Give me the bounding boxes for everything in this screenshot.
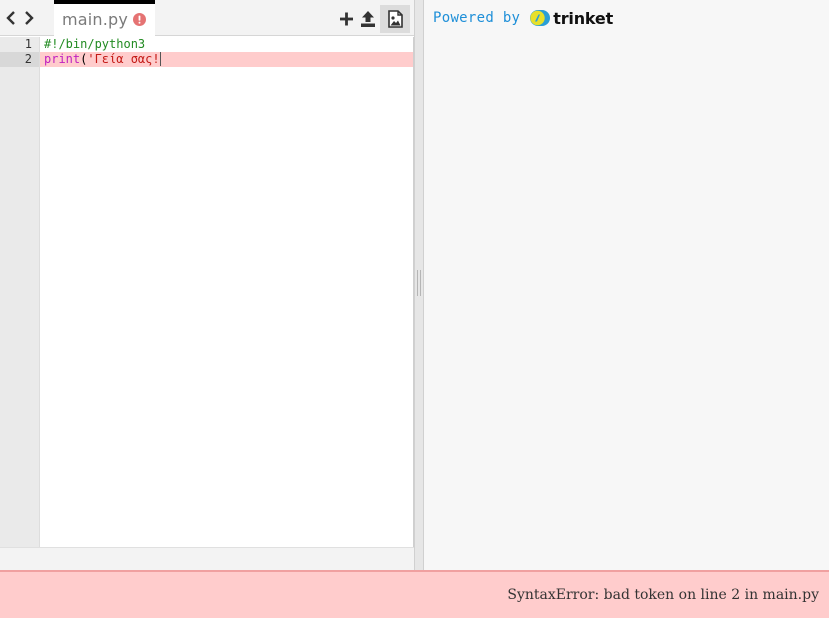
- code-comment: #!/bin/python3: [44, 37, 146, 51]
- trinket-embed: main.py 1 2 #!/bin/python3 print('Γεία σ…: [0, 0, 829, 618]
- editor-pane: main.py 1 2 #!/bin/python3 print('Γεία σ…: [0, 0, 414, 570]
- line-number: 1: [24, 37, 32, 51]
- output-pane: Powered by trinket: [424, 0, 829, 570]
- file-tab-main-py[interactable]: main.py: [54, 0, 155, 37]
- code-line-error[interactable]: print('Γεία σας!: [40, 52, 413, 67]
- code-line[interactable]: #!/bin/python3: [40, 37, 413, 52]
- splitter-grip[interactable]: [417, 270, 421, 296]
- powered-by-text: Powered by: [433, 10, 521, 26]
- line-number-gutter: 1 2: [0, 37, 40, 547]
- trinket-wordmark: trinket: [553, 8, 614, 28]
- trinket-logo-icon: [530, 10, 551, 26]
- code-builtin: print: [44, 52, 81, 66]
- error-message: SyntaxError: bad token on line 2 in main…: [507, 587, 819, 603]
- editor-toolbar: main.py: [0, 0, 414, 37]
- text-cursor: [159, 52, 161, 66]
- pane-splitter[interactable]: [414, 0, 424, 570]
- file-tab-label: main.py: [62, 10, 129, 29]
- editor-horizontal-scrollbar[interactable]: [0, 547, 414, 570]
- code-editor[interactable]: #!/bin/python3 print('Γεία σας!: [40, 37, 414, 547]
- code-string: 'Γεία σας!: [87, 52, 160, 66]
- image-file-icon[interactable]: [380, 5, 410, 33]
- line-number: 2: [24, 52, 32, 66]
- upload-icon[interactable]: [355, 5, 381, 33]
- error-badge-icon: [133, 13, 146, 26]
- chevron-left-icon[interactable]: [2, 9, 20, 27]
- chevron-right-icon[interactable]: [20, 9, 38, 27]
- powered-by-trinket-link[interactable]: Powered by trinket: [433, 8, 613, 28]
- error-status-bar: SyntaxError: bad token on line 2 in main…: [0, 570, 829, 618]
